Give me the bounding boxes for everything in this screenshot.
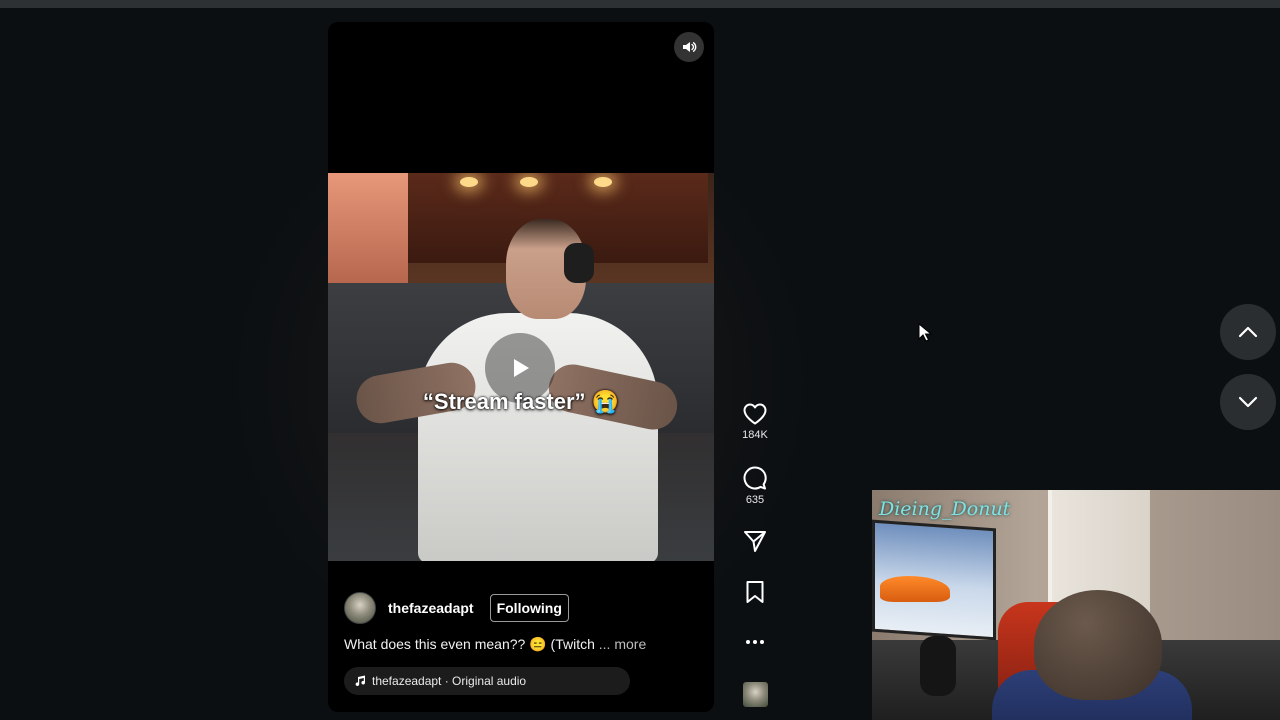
comment-button[interactable]: 635 (735, 465, 775, 506)
description-text: What does this even mean?? 😑 (Twitch (344, 636, 595, 652)
webcam-overlay: Dieing_Donut (872, 490, 1280, 720)
mute-button[interactable] (674, 32, 704, 62)
author-name[interactable]: thefazeadapt (388, 600, 474, 616)
video-frame[interactable]: “Stream faster” 😭 (328, 173, 714, 561)
music-note-icon (355, 675, 365, 686)
video-caption: “Stream faster” 😭 (422, 389, 620, 414)
webcam-streamer-head (1034, 590, 1162, 700)
more-link[interactable]: ... more (599, 636, 646, 652)
author-avatar[interactable] (344, 592, 376, 624)
scene-headphones (564, 243, 594, 283)
comment-count: 635 (745, 494, 765, 506)
audio-label: thefazeadapt · Original audio (372, 674, 527, 688)
share-button[interactable] (735, 528, 775, 554)
volume-icon (683, 42, 697, 52)
bookmark-icon (746, 581, 764, 603)
next-video-button[interactable] (1220, 374, 1276, 430)
heart-icon (743, 403, 767, 425)
share-icon (744, 531, 766, 552)
following-button[interactable]: Following (489, 594, 569, 622)
scene-light (520, 177, 538, 187)
video-info: thefazeadapt Following What does this ev… (344, 592, 704, 695)
comment-icon (743, 466, 767, 490)
scene-light (594, 177, 612, 187)
chevron-down-icon (1238, 396, 1258, 408)
webcam-microphone (920, 636, 956, 696)
scene-light (460, 177, 478, 187)
browser-top-bar (0, 0, 1280, 8)
video-player[interactable]: “Stream faster” 😭 thefazeadapt Following… (328, 22, 714, 712)
author-row: thefazeadapt Following (344, 592, 704, 624)
like-button[interactable]: 184K (735, 402, 775, 441)
like-count: 184K (742, 429, 768, 441)
more-icon (746, 640, 764, 644)
play-icon (514, 359, 529, 377)
mouse-cursor-icon (918, 323, 932, 342)
chevron-up-icon (1238, 326, 1258, 338)
video-description: What does this even mean?? 😑 (Twitch ...… (344, 636, 704, 653)
audio-link[interactable]: thefazeadapt · Original audio (344, 667, 630, 695)
audio-thumbnail[interactable] (743, 682, 768, 707)
save-button[interactable] (735, 580, 775, 604)
previous-video-button[interactable] (1220, 304, 1276, 360)
webcam-name-tag: Dieing_Donut (879, 498, 1011, 520)
more-options-button[interactable] (735, 634, 775, 650)
